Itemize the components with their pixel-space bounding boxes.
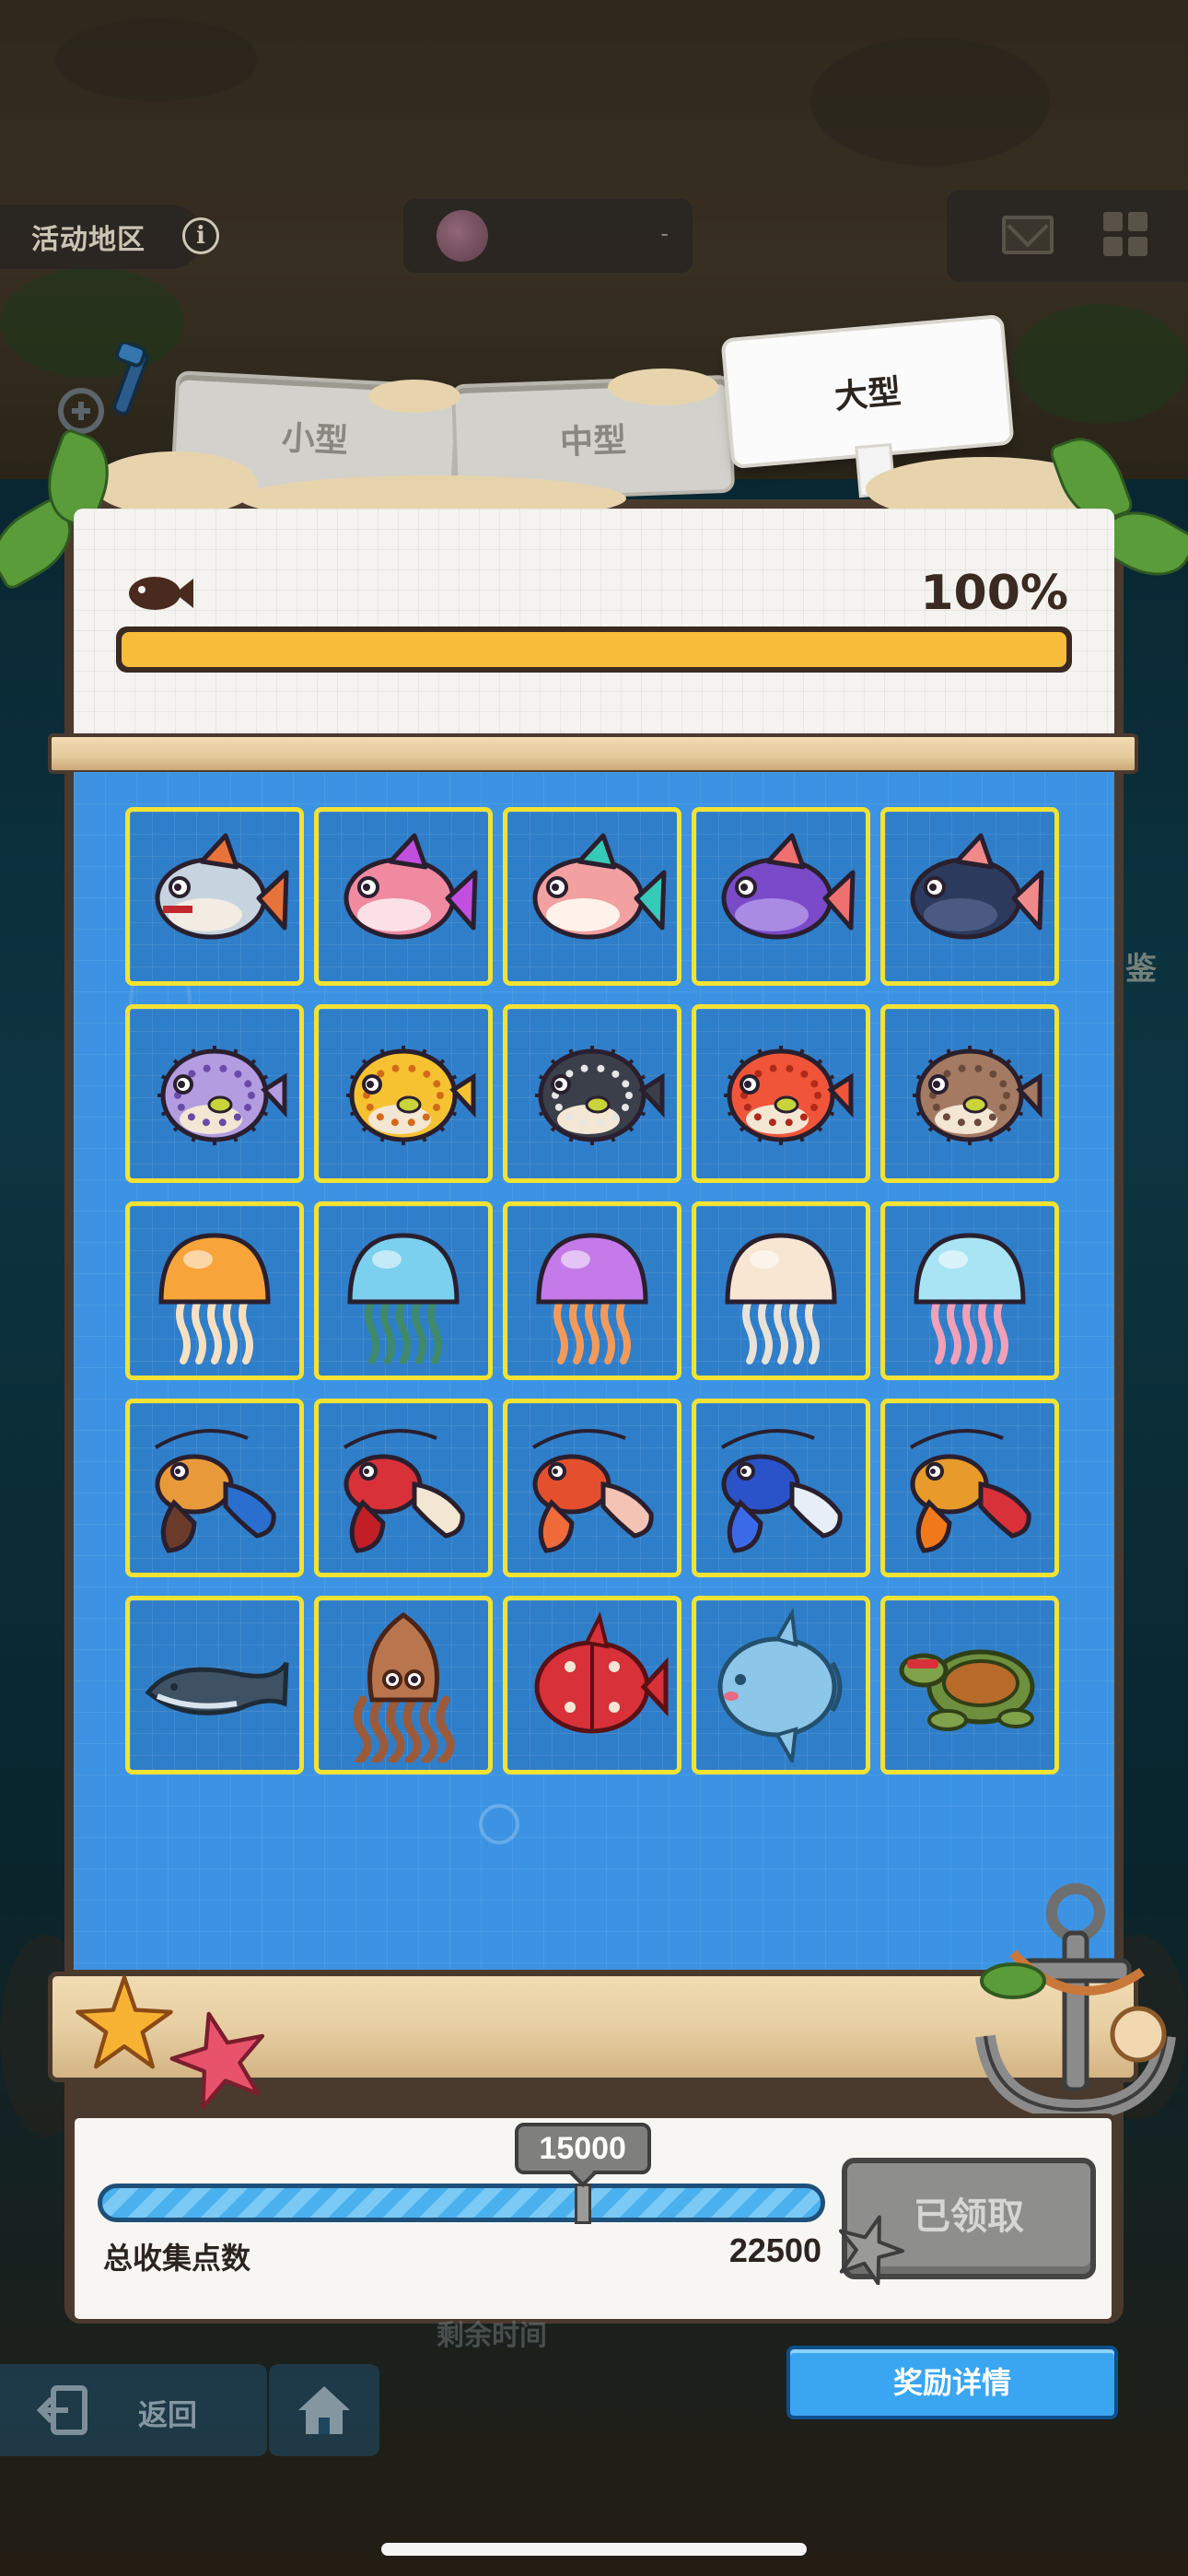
brown-pufferfish-icon	[913, 1046, 1042, 1145]
orange-jellyfish-icon	[158, 1233, 271, 1364]
points-label: 总收集点数	[103, 2242, 251, 2275]
red-shrimp-icon	[531, 1429, 654, 1553]
info-icon[interactable]: i	[182, 217, 219, 254]
starfish-icon	[76, 1975, 173, 2069]
whale-icon	[145, 1661, 289, 1715]
fish-icon	[129, 577, 193, 610]
sunfish-icon	[717, 1608, 843, 1762]
exit-icon	[37, 2385, 87, 2435]
giant-squid-icon	[353, 1611, 455, 1762]
wood-plank-top	[48, 733, 1138, 774]
collection-cell[interactable]	[880, 1399, 1059, 1577]
black-pufferfish-icon	[535, 1046, 665, 1145]
lionfish-icon	[532, 833, 667, 940]
sand-decoration	[368, 380, 460, 413]
collection-progress-fill	[122, 632, 1066, 667]
points-progress-bar	[98, 2184, 825, 2222]
cyan-jellyfish-icon	[914, 1233, 1026, 1364]
dark-fish-icon	[910, 833, 1044, 940]
collection-cell[interactable]	[503, 1201, 681, 1380]
collection-cell[interactable]	[314, 1596, 493, 1774]
collection-cell[interactable]	[125, 807, 304, 986]
collection-cell[interactable]	[125, 1004, 304, 1183]
purple-pufferfish-icon	[157, 1046, 287, 1145]
event-region-label: 活动地区	[31, 225, 146, 255]
collection-cell[interactable]	[503, 1399, 681, 1577]
collection-cell[interactable]	[503, 1596, 681, 1774]
side-menu-fragment: 鉴	[1125, 952, 1157, 987]
collection-cell[interactable]	[503, 807, 681, 986]
collection-cell[interactable]	[880, 1004, 1059, 1183]
reward-details-button[interactable]: 奖励详情	[786, 2346, 1118, 2419]
collection-cell[interactable]	[880, 807, 1059, 986]
collection-cell[interactable]	[692, 1399, 870, 1577]
sand-decoration	[608, 369, 718, 405]
collection-cell[interactable]	[692, 1004, 870, 1183]
red-pufferfish-large-icon	[534, 1611, 669, 1734]
blue-lobster-icon	[720, 1429, 843, 1553]
collection-cell[interactable]	[880, 1201, 1059, 1380]
sand-decoration	[92, 451, 258, 516]
piranha-icon	[155, 833, 289, 940]
mail-icon[interactable]	[1002, 216, 1054, 254]
collection-cell[interactable]	[125, 1399, 304, 1577]
purple-jellyfish-icon	[536, 1233, 648, 1364]
back-label: 返回	[138, 2398, 198, 2431]
sea-turtle-icon	[899, 1649, 1035, 1731]
anchor-icon	[975, 1883, 1176, 2121]
currency-value: -	[660, 219, 669, 247]
blue-jellyfish-icon	[347, 1233, 460, 1364]
yellow-pufferfish-icon	[346, 1046, 476, 1145]
top-right-menu	[947, 190, 1188, 282]
collection-cell[interactable]	[692, 1596, 870, 1774]
points-total: 22500	[728, 2231, 821, 2269]
collection-cell[interactable]	[314, 1201, 493, 1380]
tab-large[interactable]: 大型	[724, 318, 1011, 495]
pink-fish-icon	[344, 833, 478, 940]
collection-progress-bar	[116, 626, 1072, 673]
collection-cell[interactable]	[503, 1004, 681, 1183]
red-lobster-icon	[343, 1429, 465, 1553]
milestone-value: 15000	[514, 2123, 651, 2174]
starfish-icon	[169, 2011, 265, 2110]
bubble-decoration	[479, 1804, 519, 1844]
shell-icon	[437, 210, 488, 262]
event-region-button[interactable]: 活动地区	[0, 205, 203, 269]
remaining-time-label: 剩余时间	[437, 2321, 547, 2351]
grid-menu-icon[interactable]	[1103, 212, 1147, 256]
collection-cell[interactable]	[880, 1596, 1059, 1774]
claimed-starfish-icon	[838, 2215, 904, 2285]
red-pufferfish-icon	[724, 1046, 854, 1145]
gold-lobster-icon	[909, 1429, 1031, 1553]
collection-cell[interactable]	[314, 1399, 493, 1577]
tab-large-label: 大型	[833, 371, 903, 416]
collection-cell[interactable]	[125, 1201, 304, 1380]
collection-cell[interactable]	[314, 807, 493, 986]
currency-pill: -	[403, 199, 693, 273]
orange-lobster-icon	[154, 1429, 276, 1553]
white-jellyfish-icon	[725, 1233, 837, 1364]
purple-fish-icon	[721, 833, 856, 940]
home-icon	[298, 2386, 350, 2434]
collection-percent: 100%	[920, 566, 1068, 621]
collection-cell[interactable]	[692, 1201, 870, 1380]
home-indicator[interactable]	[381, 2543, 807, 2556]
collection-cell[interactable]	[692, 807, 870, 986]
milestone-marker	[574, 2184, 591, 2224]
collection-cell[interactable]	[314, 1004, 493, 1183]
collection-cell[interactable]	[125, 1596, 304, 1774]
